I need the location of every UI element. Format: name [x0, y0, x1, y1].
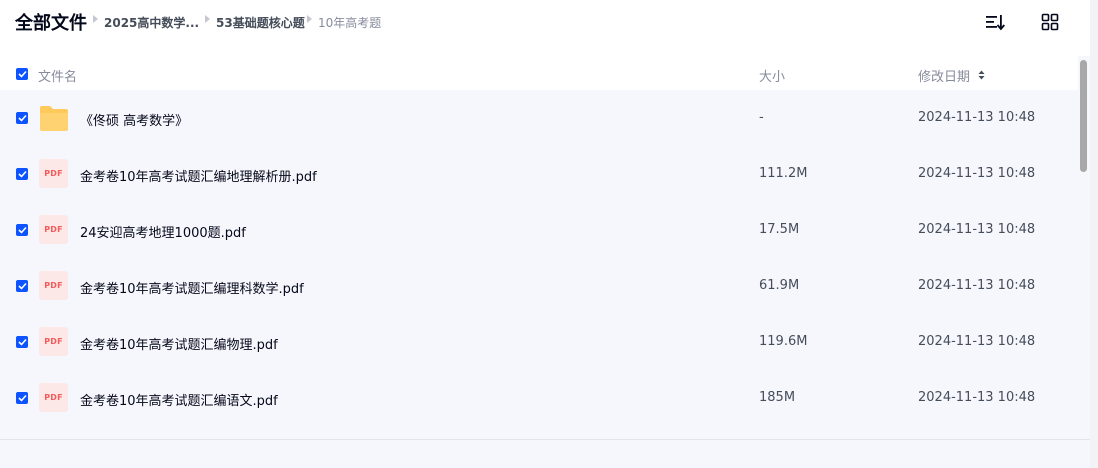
grid-view-button[interactable]: [1036, 8, 1064, 36]
column-header-name[interactable]: 文件名: [38, 66, 77, 85]
table-row[interactable]: PDF 金考卷10年高考试题汇编理科数学.pdf 61.9M 2024-11-1…: [0, 258, 1078, 314]
check-icon: [17, 282, 27, 290]
file-date: 2024-11-13 10:48: [918, 390, 1036, 405]
check-icon: [17, 226, 27, 234]
row-checkbox[interactable]: [16, 280, 28, 292]
file-list: 《佟硕 高考数学》 - 2024-11-13 10:48 PDF 金考卷10年高…: [0, 90, 1078, 439]
table-row[interactable]: PDF 金考卷10年高考试题汇编地理解析册.pdf 111.2M 2024-11…: [0, 146, 1078, 202]
file-name[interactable]: 24安迎高考地理1000题.pdf: [80, 222, 246, 241]
breadcrumb-root[interactable]: 全部文件: [15, 9, 87, 35]
file-date: 2024-11-13 10:48: [918, 166, 1036, 181]
pdf-label: PDF: [44, 393, 63, 402]
footer-area: [0, 440, 1090, 468]
pdf-file-icon: PDF: [39, 327, 69, 357]
file-date: 2024-11-13 10:48: [918, 278, 1036, 293]
column-header-date[interactable]: 修改日期: [918, 66, 970, 85]
file-name[interactable]: 金考卷10年高考试题汇编物理.pdf: [80, 334, 278, 353]
breadcrumb-separator-icon: [205, 15, 210, 23]
check-icon: [17, 70, 27, 78]
pdf-file-icon: PDF: [39, 271, 69, 301]
file-name[interactable]: 金考卷10年高考试题汇编理科数学.pdf: [80, 278, 304, 297]
pdf-file-icon: PDF: [39, 159, 69, 189]
select-all-checkbox[interactable]: [16, 68, 28, 80]
pdf-file-icon: PDF: [39, 383, 69, 413]
pdf-label: PDF: [44, 169, 63, 178]
table-row[interactable]: PDF 金考卷10年高考试题汇编物理.pdf 119.6M 2024-11-13…: [0, 314, 1078, 370]
table-row[interactable]: PDF 金考卷10年高考试题汇编语文.pdf 185M 2024-11-13 1…: [0, 370, 1078, 426]
pdf-label: PDF: [44, 281, 63, 290]
column-header-size[interactable]: 大小: [759, 66, 785, 85]
table-row[interactable]: PDF 24安迎高考地理1000题.pdf 17.5M 2024-11-13 1…: [0, 202, 1078, 258]
breadcrumb-current: 10年高考题: [318, 16, 382, 30]
folder-icon: [39, 103, 69, 133]
row-checkbox[interactable]: [16, 336, 28, 348]
pdf-label: PDF: [44, 225, 63, 234]
file-name[interactable]: 《佟硕 高考数学》: [80, 110, 188, 129]
file-date: 2024-11-13 10:48: [918, 334, 1036, 349]
breadcrumb-separator-icon: [307, 15, 312, 23]
sort-button[interactable]: [981, 8, 1009, 36]
row-checkbox[interactable]: [16, 112, 28, 124]
grid-view-icon: [1041, 13, 1059, 31]
check-icon: [17, 338, 27, 346]
file-size: 119.6M: [759, 334, 808, 349]
file-size: 185M: [759, 390, 796, 405]
pdf-file-icon: PDF: [39, 215, 69, 245]
scrollbar-thumb[interactable]: [1080, 60, 1087, 172]
sort-arrows-icon[interactable]: [978, 70, 985, 80]
file-name[interactable]: 金考卷10年高考试题汇编地理解析册.pdf: [80, 166, 317, 185]
file-date: 2024-11-13 10:48: [918, 110, 1036, 125]
table-row[interactable]: 《佟硕 高考数学》 - 2024-11-13 10:48: [0, 90, 1078, 146]
table-header: 文件名 大小 修改日期: [0, 56, 1078, 90]
breadcrumb-item-2[interactable]: 53基础题核心题: [216, 14, 305, 31]
file-size: 61.9M: [759, 278, 800, 293]
file-size: 111.2M: [759, 166, 808, 181]
file-date: 2024-11-13 10:48: [918, 222, 1036, 237]
check-icon: [17, 114, 27, 122]
row-checkbox[interactable]: [16, 168, 28, 180]
file-size: -: [759, 110, 764, 125]
sort-list-icon: [986, 15, 1005, 31]
window-edge: [1090, 0, 1098, 468]
row-checkbox[interactable]: [16, 392, 28, 404]
check-icon: [17, 170, 27, 178]
top-bar: 全部文件 2025高中数学... 53基础题核心题 10年高考题: [0, 0, 1090, 44]
file-name[interactable]: 金考卷10年高考试题汇编语文.pdf: [80, 390, 278, 409]
row-checkbox[interactable]: [16, 224, 28, 236]
file-size: 17.5M: [759, 222, 800, 237]
breadcrumb-separator-icon: [93, 15, 98, 23]
check-icon: [17, 394, 27, 402]
breadcrumb-item-1[interactable]: 2025高中数学...: [104, 14, 199, 31]
pdf-label: PDF: [44, 337, 63, 346]
